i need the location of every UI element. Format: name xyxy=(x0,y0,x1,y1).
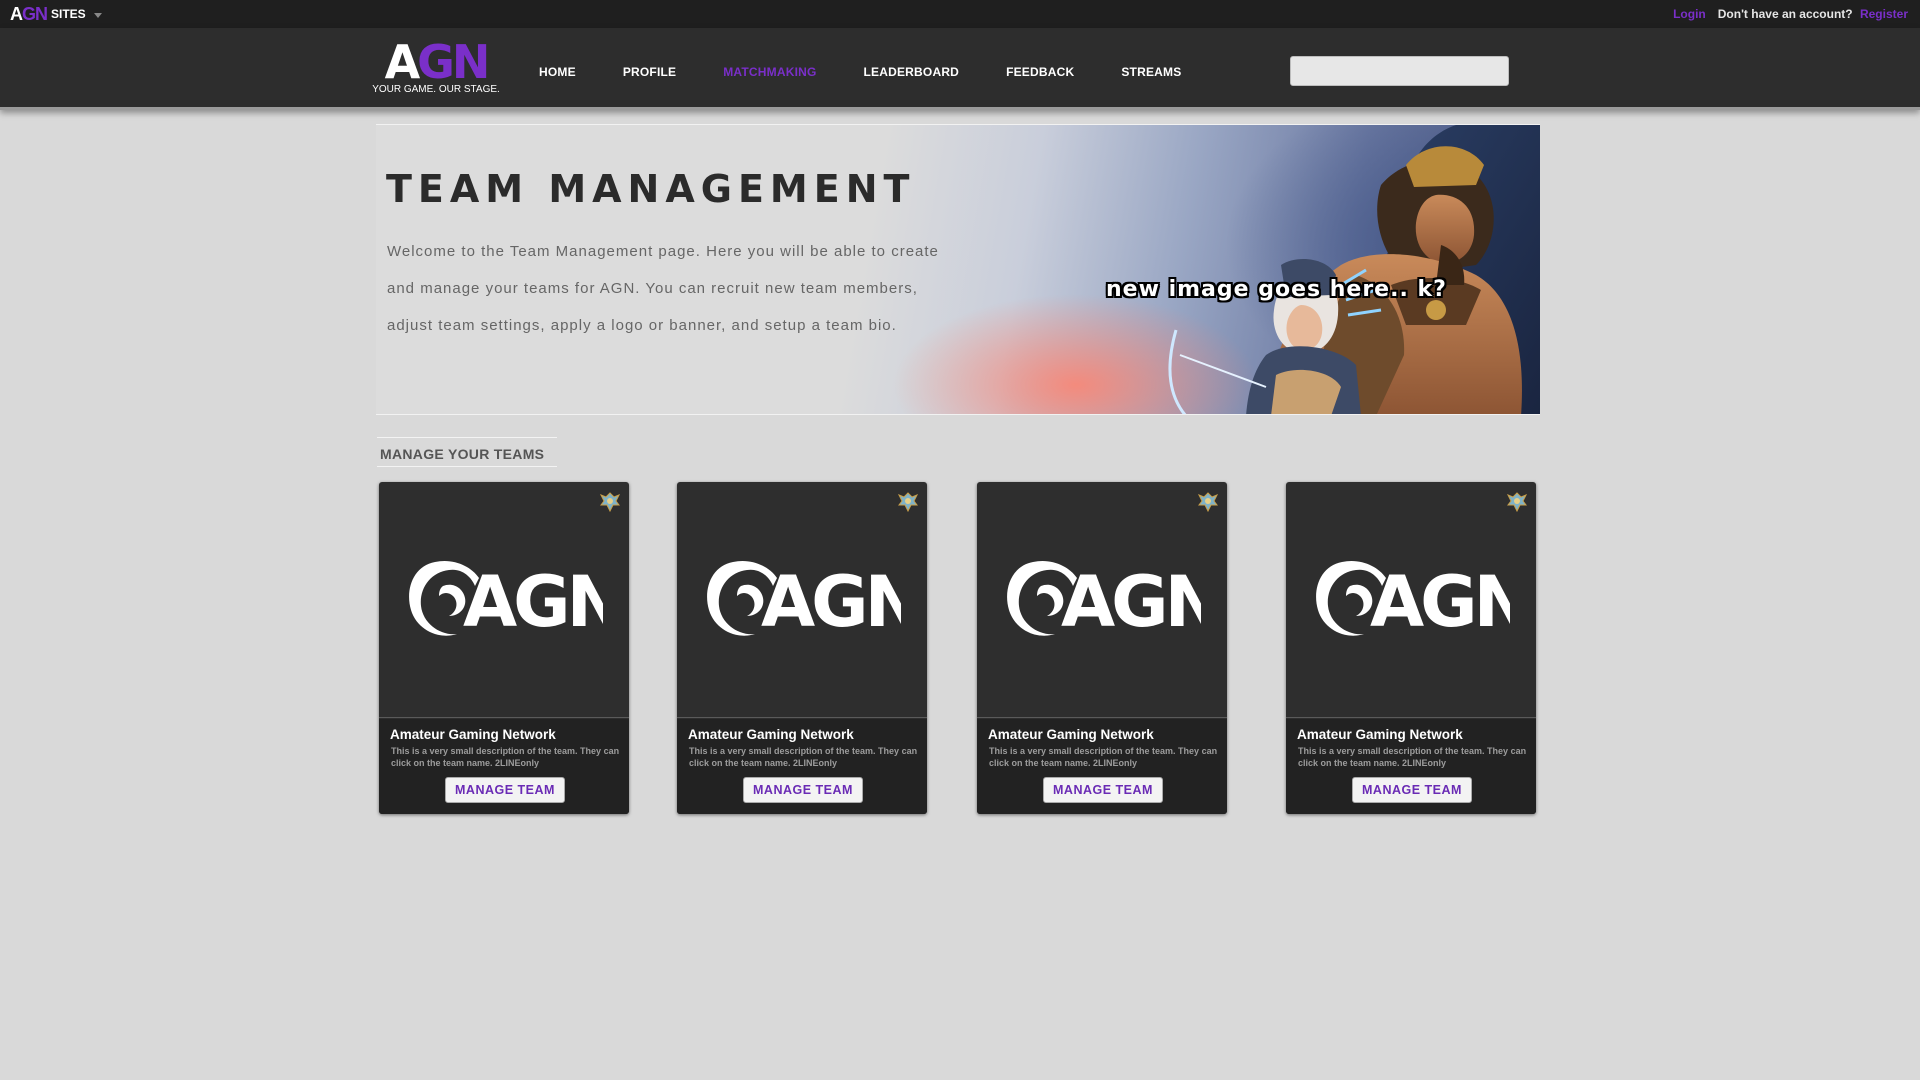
team-logo: AGN xyxy=(707,560,901,642)
team-description: This is a very small description of the … xyxy=(391,746,620,768)
nav-leaderboard[interactable]: LEADERBOARD xyxy=(864,65,960,79)
team-card-info: Amateur Gaming Network This is a very sm… xyxy=(1286,719,1536,814)
nav-profile[interactable]: PROFILE xyxy=(623,65,676,79)
team-logo-text: AGN xyxy=(1370,561,1510,642)
team-logo: AGN xyxy=(1007,560,1201,642)
page-intro: Welcome to the Team Management page. Her… xyxy=(387,243,939,334)
team-logo-text: AGN xyxy=(463,561,603,642)
search-input[interactable] xyxy=(1290,56,1509,86)
sites-dropdown[interactable]: AGN SITES xyxy=(10,4,102,25)
team-logo-text: AGN xyxy=(1061,561,1201,642)
team-name[interactable]: Amateur Gaming Network xyxy=(390,727,556,742)
manage-team-button[interactable]: MANAGE TEAM xyxy=(1352,777,1472,803)
team-card: AGN Amateur Gaming Network This is a ver… xyxy=(1286,482,1536,814)
logo-tagline: YOUR GAME. OUR STAGE. xyxy=(372,84,500,95)
account-links: Login Don't have an account? Register xyxy=(1673,7,1908,21)
team-description: This is a very small description of the … xyxy=(689,746,918,768)
team-card: AGN Amateur Gaming Network This is a ver… xyxy=(677,482,927,814)
top-bar: AGN SITES Login Don't have an account? R… xyxy=(0,0,1920,28)
team-card-media: AGN xyxy=(1286,482,1536,718)
sites-label: SITES xyxy=(51,7,86,21)
team-logo-text: AGN xyxy=(761,561,901,642)
rank-badge-icon xyxy=(897,492,919,513)
team-name[interactable]: Amateur Gaming Network xyxy=(688,727,854,742)
team-card: AGN Amateur Gaming Network This is a ver… xyxy=(977,482,1227,814)
hero-artwork xyxy=(1168,125,1540,414)
team-card-info: Amateur Gaming Network This is a very sm… xyxy=(677,719,927,814)
rank-badge-icon xyxy=(599,492,621,513)
rank-badge-icon xyxy=(1506,492,1528,513)
team-card-media: AGN xyxy=(379,482,629,718)
manage-team-button[interactable]: MANAGE TEAM xyxy=(1043,777,1163,803)
team-card-media: AGN xyxy=(977,482,1227,718)
nav-streams[interactable]: STREAMS xyxy=(1121,65,1181,79)
login-link[interactable]: Login xyxy=(1673,7,1706,21)
team-card-info: Amateur Gaming Network This is a very sm… xyxy=(977,719,1227,814)
sites-logo: AGN xyxy=(10,3,48,24)
team-card-info: Amateur Gaming Network This is a very sm… xyxy=(379,719,629,814)
team-description: This is a very small description of the … xyxy=(989,746,1218,768)
no-account-text: Don't have an account? xyxy=(1717,7,1853,21)
register-link[interactable]: Register xyxy=(1860,7,1908,21)
agn-logo[interactable]: AGN YOUR GAME. OUR STAGE. xyxy=(371,35,501,95)
team-name[interactable]: Amateur Gaming Network xyxy=(988,727,1154,742)
team-description: This is a very small description of the … xyxy=(1298,746,1527,768)
manage-team-button[interactable]: MANAGE TEAM xyxy=(445,777,565,803)
logo-wordmark: AGN xyxy=(384,35,491,89)
rank-badge-icon xyxy=(1197,492,1219,513)
nav-matchmaking[interactable]: MATCHMAKING xyxy=(723,65,816,79)
chevron-down-icon xyxy=(93,12,102,18)
team-logo: AGN xyxy=(1316,560,1510,642)
team-name[interactable]: Amateur Gaming Network xyxy=(1297,727,1463,742)
team-card: AGN Amateur Gaming Network This is a ver… xyxy=(379,482,629,814)
section-heading: MANAGE YOUR TEAMS xyxy=(377,437,557,467)
page-title: TEAM MANAGEMENT xyxy=(386,167,916,211)
main-nav: HOME PROFILE MATCHMAKING LEADERBOARD FEE… xyxy=(539,65,1228,79)
hero-overlay-text: new image goes here.. k? xyxy=(1106,277,1447,302)
team-logo: AGN xyxy=(409,560,603,642)
team-card-media: AGN xyxy=(677,482,927,718)
manage-team-button[interactable]: MANAGE TEAM xyxy=(743,777,863,803)
hero-banner: TEAM MANAGEMENT Welcome to the Team Mana… xyxy=(376,124,1540,415)
nav-home[interactable]: HOME xyxy=(539,65,576,79)
site-header: AGN YOUR GAME. OUR STAGE. HOME PROFILE M… xyxy=(0,28,1920,110)
nav-feedback[interactable]: FEEDBACK xyxy=(1006,65,1074,79)
